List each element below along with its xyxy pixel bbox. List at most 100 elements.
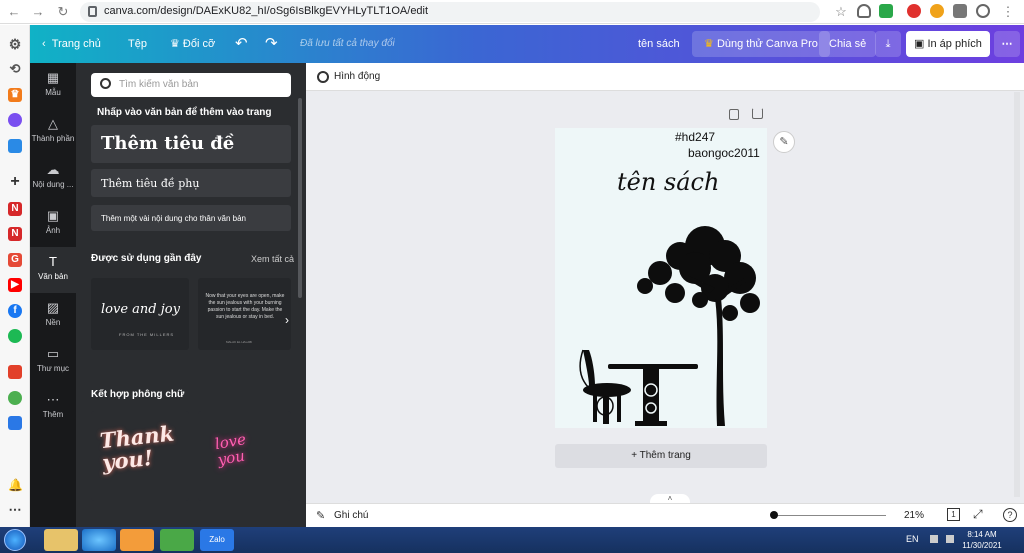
shapes-icon: △ — [48, 116, 58, 131]
zoom-slider-handle[interactable] — [770, 511, 778, 519]
comment-icon[interactable]: ✎ — [773, 131, 795, 153]
bookmark-star-icon[interactable]: ☆ — [833, 4, 849, 20]
puzzle-extensions-icon[interactable] — [953, 4, 967, 18]
notes-button[interactable]: Ghi chú — [334, 510, 368, 521]
see-all-link[interactable]: Xem tất cả — [251, 254, 294, 264]
design-title[interactable]: tên sách — [638, 25, 680, 63]
facebook-icon[interactable]: f — [8, 304, 22, 318]
whatsapp-icon[interactable] — [8, 391, 22, 405]
recent-section-title: Được sử dụng gần đây — [91, 253, 202, 264]
more-options-icon[interactable]: ⋯ — [994, 31, 1020, 57]
forward-icon[interactable]: → — [30, 4, 46, 20]
notification-bell-icon[interactable]: 🔔 — [8, 478, 23, 492]
download-extension-icon[interactable] — [879, 4, 893, 18]
add-page-button[interactable]: + Thêm trang — [555, 444, 767, 468]
history-icon[interactable]: ⟲ — [8, 62, 22, 76]
add-page-icon[interactable] — [752, 108, 763, 119]
address-bar[interactable]: canva.com/design/DAExKU82_hI/oSg6IsBlkgE… — [80, 2, 820, 22]
fullscreen-icon[interactable]: ⤢ — [973, 507, 983, 522]
home-button[interactable]: ‹ Trang chủ — [42, 25, 101, 63]
more-dots-icon[interactable]: ⋯ — [8, 503, 22, 517]
add-app-icon[interactable]: + — [8, 174, 22, 190]
file-explorer-icon[interactable] — [44, 529, 78, 551]
combo-thank-you: Thank you! — [98, 420, 176, 476]
add-body-text-button[interactable]: Thêm một vài nội dung cho thân văn bản — [91, 205, 291, 231]
chevron-right-icon[interactable]: › — [285, 313, 289, 327]
shield-extension-icon[interactable] — [857, 4, 871, 18]
nav-uploads[interactable]: ☁ Nội dung ... — [30, 155, 76, 201]
nav-more[interactable]: ⋯ Thêm — [30, 385, 76, 431]
shopping-app-icon[interactable] — [8, 365, 22, 379]
messenger-icon[interactable] — [8, 113, 22, 127]
font-combo-card[interactable]: Thank you! — [91, 411, 189, 501]
language-indicator[interactable]: EN — [906, 534, 919, 544]
nav-label: Nền — [45, 318, 61, 327]
zoom-slider-track[interactable] — [776, 515, 886, 516]
reload-icon[interactable]: ↻ — [55, 4, 71, 20]
profile-icon[interactable] — [976, 4, 990, 18]
help-icon[interactable]: ? — [1003, 508, 1017, 522]
duplicate-page-icon[interactable] — [729, 109, 739, 120]
crown-icon: ♛ — [704, 38, 714, 50]
design-page[interactable]: #hd247 baongoc2011 tên sách — [555, 128, 767, 428]
recent-style-card[interactable]: Now that your eyes are open, make the su… — [198, 278, 291, 350]
nav-folders[interactable]: ▭ Thư mục — [30, 339, 76, 385]
download-icon[interactable]: ⤓ — [875, 31, 901, 57]
color-extension-icon[interactable] — [930, 4, 944, 18]
nav-photos[interactable]: ▣ Ảnh — [30, 201, 76, 247]
news-app-icon[interactable]: N — [8, 202, 22, 216]
media-player-icon[interactable] — [120, 529, 154, 551]
add-heading-button[interactable]: Thêm tiêu đề — [91, 125, 291, 163]
nav-label: Ảnh — [45, 226, 61, 235]
text-t-icon: T — [49, 254, 57, 269]
text-panel: Tìm kiếm văn bản Nhấp vào văn bản để thê… — [76, 63, 306, 527]
nav-elements[interactable]: △ Thành phần — [30, 109, 76, 155]
settings-icon[interactable]: ⚙ — [8, 37, 22, 51]
youtube-icon[interactable]: ▶ — [8, 278, 22, 292]
game-app-icon[interactable]: G — [8, 253, 22, 267]
undo-icon[interactable]: ↶ — [235, 25, 248, 63]
tree-table-chair-graphic[interactable] — [555, 128, 767, 428]
try-pro-label: Dùng thử Canva Pro — [716, 38, 818, 50]
text-search-input[interactable]: Tìm kiếm văn bản — [91, 73, 291, 97]
crown-app-icon[interactable]: ♛ — [8, 88, 22, 102]
folder-icon: ▭ — [46, 346, 60, 361]
resize-button[interactable]: ♛ Đổi cỡ — [170, 25, 215, 63]
search-icon — [100, 78, 111, 89]
save-status: Đã lưu tất cả thay đổi — [300, 38, 395, 49]
nav-label: Nội dung ... — [32, 180, 74, 189]
news-app-icon-2[interactable]: N — [8, 227, 22, 241]
nav-background[interactable]: ▨ Nền — [30, 293, 76, 339]
coccoc-browser-icon[interactable] — [160, 529, 194, 551]
tiki-app-icon[interactable] — [8, 416, 22, 430]
add-subheading-button[interactable]: Thêm tiêu đề phụ — [91, 169, 291, 197]
notes-icon: ✎ — [316, 510, 326, 522]
share-button[interactable]: Chia sẻ — [819, 31, 877, 57]
start-button-icon[interactable] — [4, 529, 26, 551]
nav-templates[interactable]: ▦ Mẫu — [30, 63, 76, 109]
browser-menu-icon[interactable]: ⋮ — [1000, 4, 1016, 20]
canvas-scrollbar-track[interactable] — [1014, 92, 1020, 497]
back-icon[interactable]: ← — [6, 4, 22, 20]
print-label: In áp phích — [927, 38, 982, 50]
network-icon[interactable] — [946, 535, 954, 543]
try-pro-button[interactable]: ♛ Dùng thử Canva Pro — [692, 31, 830, 57]
nav-label: Thư mục — [36, 364, 70, 373]
animate-button[interactable]: Hình động — [334, 71, 380, 82]
zalo-app-icon[interactable] — [8, 139, 22, 153]
spotify-icon[interactable] — [8, 329, 22, 343]
recent-style-card[interactable]: love and joy FROM THE MILLERS — [91, 278, 189, 350]
page-count[interactable]: 1 — [947, 508, 960, 521]
internet-explorer-icon[interactable] — [82, 529, 116, 551]
panel-scrollbar[interactable] — [298, 98, 302, 298]
tray-icon[interactable] — [930, 535, 938, 543]
redo-icon[interactable]: ↷ — [265, 25, 278, 63]
recent-card-caption: FROM THE MILLERS — [119, 332, 175, 337]
file-menu-button[interactable]: Tệp — [128, 25, 147, 63]
font-combo-card[interactable]: love you — [198, 411, 291, 501]
zoom-level[interactable]: 21% — [904, 510, 924, 521]
print-poster-button[interactable]: ▣ In áp phích — [906, 31, 990, 57]
zalo-taskbar-icon[interactable]: Zalo — [200, 529, 234, 551]
adblock-extension-icon[interactable] — [907, 4, 921, 18]
nav-text[interactable]: T Văn bản — [30, 247, 76, 293]
